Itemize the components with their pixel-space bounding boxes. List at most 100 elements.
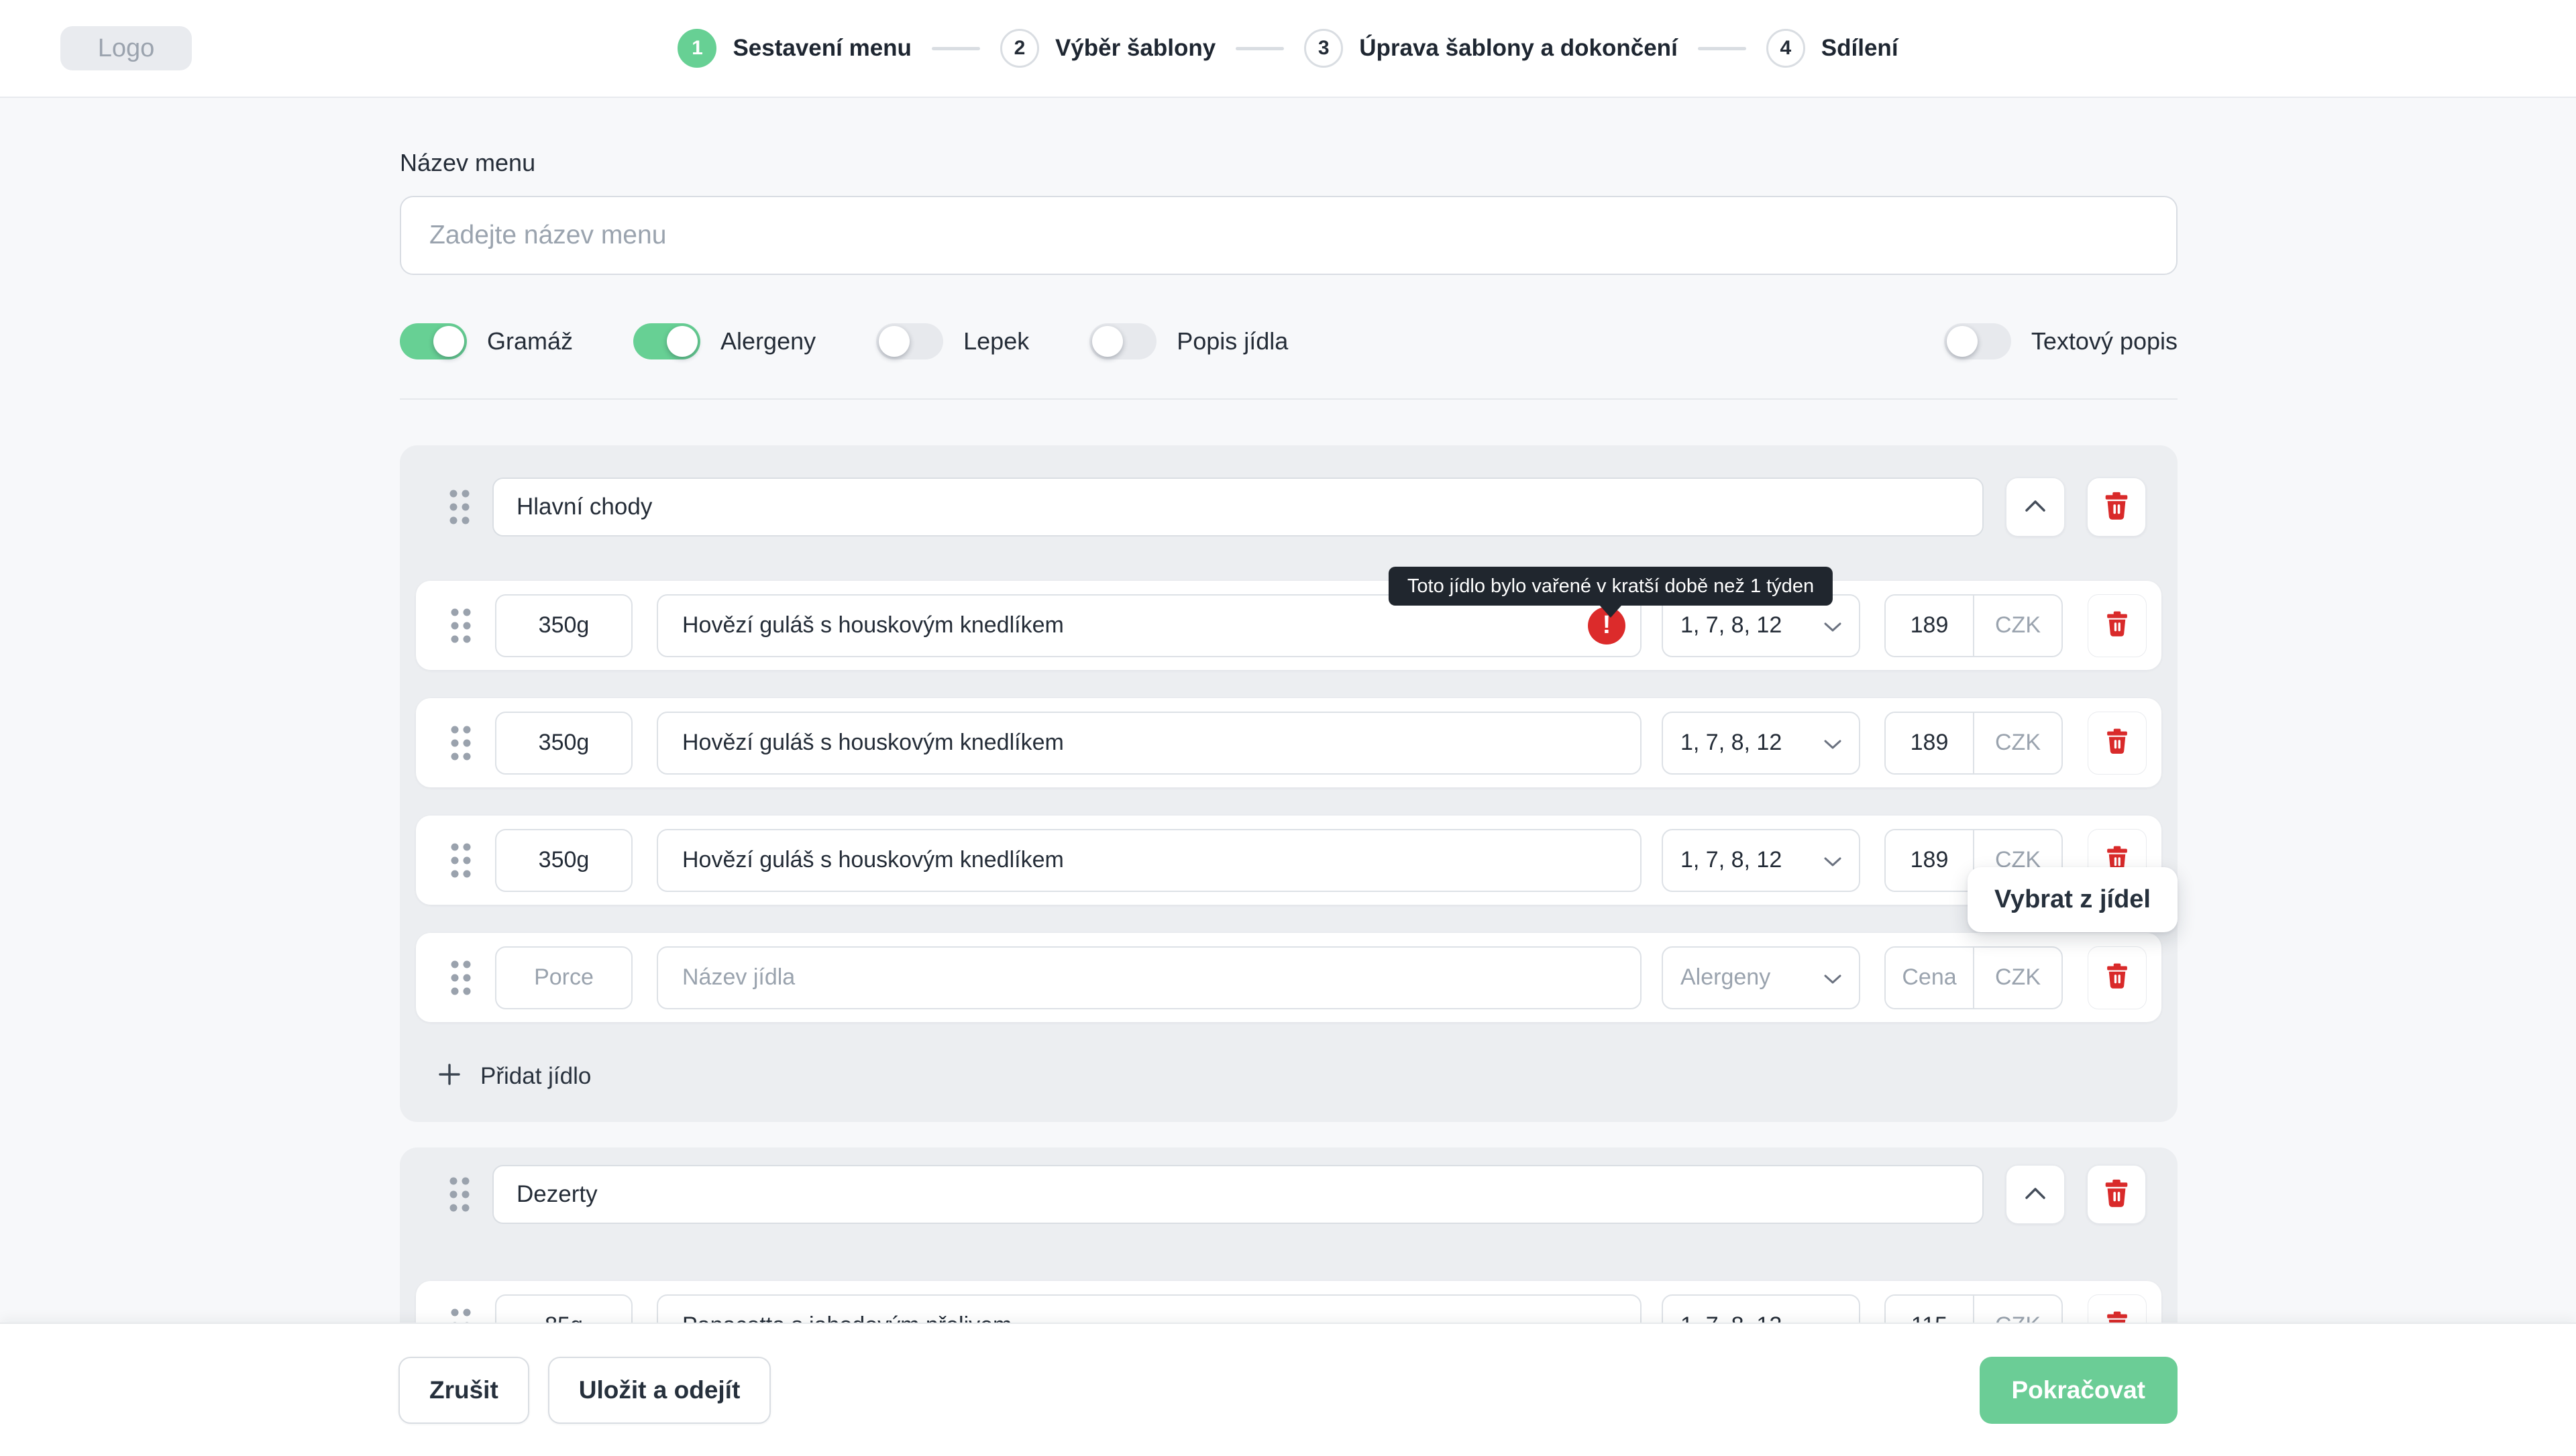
portion-input[interactable]	[495, 829, 633, 892]
chevron-up-icon	[2025, 499, 2046, 516]
section-title-input[interactable]	[492, 1165, 1984, 1224]
chevron-down-icon	[1824, 964, 1841, 991]
toggle-knob	[879, 326, 910, 357]
allergens-value: 1, 7, 8, 12	[1680, 730, 1782, 756]
add-dish-label: Přidat jídlo	[480, 1063, 591, 1090]
chevron-down-icon	[1824, 730, 1841, 756]
top-bar: Logo 1 Sestavení menu 2 Výběr šablony 3 …	[0, 0, 2576, 98]
step-2-vyber-sablony[interactable]: 2 Výběr šablony	[1000, 29, 1216, 68]
step-connector	[1236, 47, 1284, 50]
price-input[interactable]	[1886, 596, 1973, 656]
delete-dish-button[interactable]	[2088, 946, 2147, 1009]
gramaz-toggle[interactable]	[400, 323, 467, 359]
menu-name-input[interactable]	[400, 196, 2178, 275]
chevron-up-icon	[2025, 1186, 2046, 1203]
currency-label: CZK	[1974, 713, 2061, 773]
stepper: 1 Sestavení menu 2 Výběr šablony 3 Úprav…	[678, 29, 1898, 68]
popis-jidla-toggle[interactable]	[1089, 323, 1157, 359]
step-4-sdileni[interactable]: 4 Sdílení	[1766, 29, 1898, 68]
dish-row-1: Toto jídlo bylo vařené v kratší době než…	[416, 581, 2161, 670]
toggle-knob	[667, 326, 698, 357]
toggle-group-popis-jidla: Popis jídla	[1089, 323, 1288, 359]
dish-drag-handle[interactable]	[448, 958, 474, 997]
portion-input[interactable]	[495, 594, 633, 657]
dish-row-2: 1, 7, 8, 12 CZK	[416, 698, 2161, 787]
allergens-select[interactable]: 1, 7, 8, 12	[1662, 712, 1860, 775]
lepek-toggle[interactable]	[876, 323, 943, 359]
dish-name-wrap	[657, 946, 1642, 1009]
alergeny-toggle[interactable]	[633, 323, 700, 359]
dish-drag-handle[interactable]	[448, 724, 474, 763]
step-1-number: 1	[678, 29, 716, 68]
allergens-select[interactable]: Alergeny	[1662, 946, 1860, 1009]
price-input[interactable]	[1886, 948, 1973, 1008]
textovy-popis-toggle-label: Textový popis	[2031, 327, 2178, 355]
collapse-section-button[interactable]	[2006, 478, 2065, 537]
delete-dish-button[interactable]	[2088, 712, 2147, 775]
trash-icon	[2103, 610, 2131, 641]
save-and-exit-button[interactable]: Uložit a odejít	[548, 1357, 771, 1424]
price-group: CZK	[1884, 946, 2063, 1009]
dish-drag-handle[interactable]	[448, 606, 474, 645]
popis-jidla-toggle-label: Popis jídla	[1177, 327, 1288, 355]
dish-warning-tooltip: Toto jídlo bylo vařené v kratší době než…	[1389, 567, 1833, 606]
menu-builder-content: Název menu Gramáž Alergeny Lepek Popis j…	[400, 98, 2178, 1456]
allergens-select[interactable]: 1, 7, 8, 12	[1662, 829, 1860, 892]
currency-label: CZK	[1974, 596, 2061, 656]
dish-row-3: 1, 7, 8, 12 CZK	[416, 816, 2161, 905]
delete-section-button[interactable]	[2087, 1165, 2146, 1224]
toggle-group-lepek: Lepek	[876, 323, 1029, 359]
section-title-input[interactable]	[492, 478, 1984, 537]
step-2-label: Výběr šablony	[1055, 35, 1216, 62]
allergens-placeholder: Alergeny	[1680, 964, 1770, 991]
plus-icon	[436, 1061, 463, 1091]
step-3-number: 3	[1304, 29, 1343, 68]
dish-name-input[interactable]	[657, 712, 1642, 775]
display-options-row: Gramáž Alergeny Lepek Popis jídla Textov…	[400, 323, 2178, 359]
delete-section-button[interactable]	[2087, 478, 2146, 537]
toggle-knob	[1092, 326, 1123, 357]
step-1-label: Sestavení menu	[733, 35, 912, 62]
portion-input[interactable]	[495, 946, 633, 1009]
dish-name-input[interactable]	[657, 829, 1642, 892]
toggle-group-alergeny: Alergeny	[633, 323, 816, 359]
dish-rows: Toto jídlo bylo vařené v kratší době než…	[416, 581, 2161, 1022]
dish-name-wrap	[657, 712, 1642, 775]
alergeny-toggle-label: Alergeny	[720, 327, 816, 355]
trash-icon	[2103, 727, 2131, 759]
add-dish-button[interactable]: Přidat jídlo	[436, 1061, 591, 1091]
gramaz-toggle-label: Gramáž	[487, 327, 573, 355]
trash-icon	[2101, 1178, 2132, 1212]
cancel-button[interactable]: Zrušit	[398, 1357, 529, 1424]
continue-button[interactable]: Pokračovat	[1980, 1357, 2178, 1424]
dish-drag-handle[interactable]	[448, 841, 474, 880]
step-connector	[1698, 47, 1746, 50]
price-input[interactable]	[1886, 713, 1973, 773]
divider	[400, 398, 2178, 400]
step-4-number: 4	[1766, 29, 1805, 68]
portion-input[interactable]	[495, 712, 633, 775]
logo: Logo	[60, 26, 192, 70]
chevron-down-icon	[1824, 612, 1841, 638]
section-header	[416, 1165, 2161, 1224]
dish-row-empty: Alergeny CZK	[416, 933, 2161, 1022]
lepek-toggle-label: Lepek	[963, 327, 1029, 355]
price-input[interactable]	[1886, 830, 1973, 891]
dish-name-input[interactable]	[657, 946, 1642, 1009]
step-3-uprava-sablony[interactable]: 3 Úprava šablony a dokončení	[1304, 29, 1678, 68]
collapse-section-button[interactable]	[2006, 1165, 2065, 1224]
allergens-value: 1, 7, 8, 12	[1680, 847, 1782, 873]
step-3-label: Úprava šablony a dokončení	[1359, 35, 1678, 62]
allergens-value: 1, 7, 8, 12	[1680, 612, 1782, 638]
section-drag-handle[interactable]	[447, 488, 472, 526]
textovy-popis-toggle[interactable]	[1944, 323, 2011, 359]
step-connector	[932, 47, 980, 50]
section-drag-handle[interactable]	[447, 1175, 472, 1214]
select-from-dishes-button[interactable]: Vybrat z jídel	[1968, 867, 2178, 932]
currency-label: CZK	[1974, 948, 2061, 1008]
section-card-hlavni-chody: Toto jídlo bylo vařené v kratší době než…	[400, 445, 2178, 1122]
trash-icon	[2103, 962, 2131, 993]
dish-name-wrap	[657, 829, 1642, 892]
delete-dish-button[interactable]	[2088, 594, 2147, 657]
step-1-sestaveni-menu[interactable]: 1 Sestavení menu	[678, 29, 912, 68]
